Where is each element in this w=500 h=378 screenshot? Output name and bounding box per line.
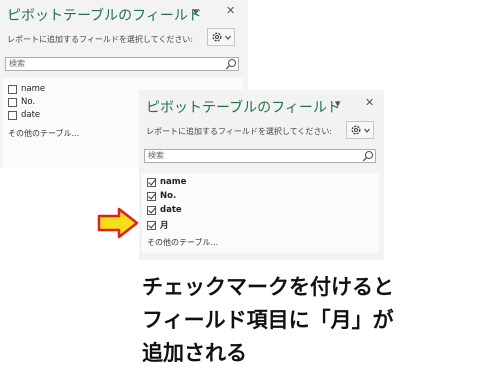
search-icon [225,58,237,70]
caption-text: チェックマークを付けると フィールド項目に「月」が 追加される [142,271,394,370]
close-button[interactable]: ✕ [365,96,374,109]
field-item-date[interactable]: date [147,205,182,215]
field-label: 月 [160,221,169,231]
tools-button[interactable] [346,121,374,139]
field-item-name[interactable]: name [8,84,45,94]
chevron-down-icon [225,35,231,40]
field-label: name [21,84,46,94]
pivot-field-pane-front: ピボットテーブルのフィールド ▾ ✕ レポートに追加するフィールドを選択してくだ… [139,90,384,260]
gear-icon [351,125,361,135]
field-item-name[interactable]: name [147,177,186,187]
field-checkbox[interactable] [8,84,17,94]
field-checkbox[interactable] [147,220,156,230]
field-label: No. [21,97,36,107]
instruction-text: レポートに追加するフィールドを選択してください: [7,35,194,44]
field-checkbox[interactable] [147,177,156,187]
more-tables-link[interactable]: その他のテーブル... [147,237,218,248]
field-item-no[interactable]: No. [147,191,176,201]
pane-options-dropdown[interactable]: ▾ [193,5,199,18]
search-box[interactable]: 検索 [5,57,239,71]
field-item-date[interactable]: date [8,110,40,120]
search-icon [362,150,374,162]
pane-options-dropdown[interactable]: ▾ [335,97,341,110]
field-list: name No. date 月 その他のテーブル... [142,173,379,253]
chevron-down-icon [364,128,370,133]
search-input[interactable]: 検索 [148,150,164,162]
tools-button[interactable] [207,28,235,46]
field-checkbox[interactable] [8,110,17,120]
field-label: No. [160,191,177,201]
field-item-no[interactable]: No. [8,97,35,107]
field-checkbox[interactable] [147,191,156,201]
pane-title: ピボットテーブルのフィールド [7,8,202,24]
caption-line-1: チェックマークを付けると [142,275,394,299]
callout-arrow-icon [97,207,139,239]
field-item-month[interactable]: 月 [147,219,169,231]
field-label: name [160,177,187,187]
field-label: date [160,205,182,215]
field-label: date [21,110,41,120]
more-tables-link[interactable]: その他のテーブル... [8,128,79,139]
close-button[interactable]: ✕ [226,4,235,17]
caption-line-3: 追加される [142,341,247,365]
caption-line-2: フィールド項目に「月」が [142,308,394,332]
gear-icon [212,32,222,42]
field-checkbox[interactable] [8,97,17,107]
instruction-text: レポートに追加するフィールドを選択してください: [146,127,333,136]
field-checkbox[interactable] [147,205,156,215]
pane-title: ピボットテーブルのフィールド [146,100,341,116]
search-box[interactable]: 検索 [144,149,376,163]
search-input[interactable]: 検索 [9,58,25,70]
